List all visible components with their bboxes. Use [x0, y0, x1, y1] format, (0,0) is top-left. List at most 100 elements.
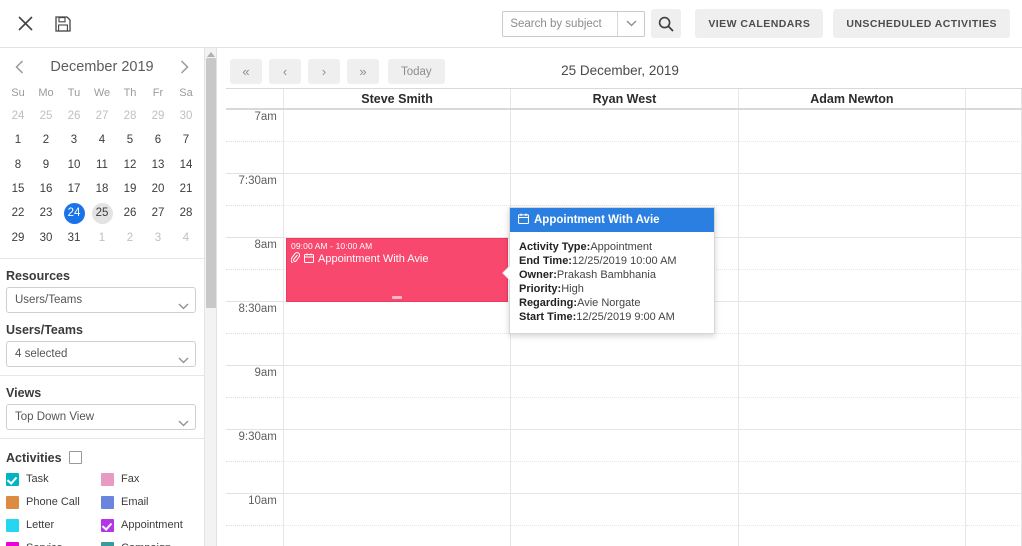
- time-slot-cell[interactable]: [966, 430, 1022, 462]
- activity-legend-appointment[interactable]: Appointment: [101, 517, 196, 540]
- appointment-block[interactable]: 09:00 AM - 10:00 AM Appointment With Avi…: [286, 238, 508, 302]
- mini-calendar-day-29[interactable]: 29: [4, 225, 32, 249]
- activity-legend-task[interactable]: Task: [6, 471, 101, 494]
- time-slot-cell[interactable]: [511, 430, 739, 462]
- time-slot-cell[interactable]: [966, 270, 1022, 302]
- mini-calendar-day-15[interactable]: 15: [4, 177, 32, 201]
- mini-calendar-day-21[interactable]: 21: [172, 177, 200, 201]
- time-slot-cell[interactable]: [283, 366, 512, 398]
- mini-calendar-day-25[interactable]: 25: [88, 201, 116, 225]
- save-floppy-icon[interactable]: [50, 11, 76, 37]
- today-button[interactable]: Today: [388, 59, 445, 84]
- mini-calendar-day-6[interactable]: 6: [144, 128, 172, 152]
- activity-legend-letter[interactable]: Letter: [6, 517, 101, 540]
- time-slot-cell[interactable]: [283, 494, 512, 526]
- activity-legend-fax[interactable]: Fax: [101, 471, 196, 494]
- time-slot-cell[interactable]: [283, 174, 512, 206]
- mini-calendar-day-24[interactable]: 24: [60, 201, 88, 225]
- activity-color-swatch[interactable]: [6, 495, 19, 509]
- time-slot-cell[interactable]: [966, 494, 1022, 526]
- time-slot-cell[interactable]: [966, 142, 1022, 174]
- time-slot-cell[interactable]: [511, 462, 739, 494]
- mini-calendar-day-4[interactable]: 4: [88, 128, 116, 152]
- scroll-up-arrow-icon[interactable]: [207, 49, 215, 57]
- mini-calendar-day-28[interactable]: 28: [172, 201, 200, 225]
- unscheduled-activities-button[interactable]: UNSCHEDULED ACTIVITIES: [833, 9, 1010, 38]
- mini-calendar-day-19[interactable]: 19: [116, 177, 144, 201]
- nav-prev-button[interactable]: ‹: [269, 59, 301, 84]
- activity-legend-phone-call[interactable]: Phone Call: [6, 494, 101, 517]
- time-slot-cell[interactable]: [738, 238, 967, 270]
- time-slot-cell[interactable]: [738, 174, 967, 206]
- time-slot-cell[interactable]: [511, 142, 739, 174]
- sidebar-scrollbar[interactable]: [205, 48, 217, 546]
- activity-color-swatch[interactable]: [101, 541, 114, 546]
- mini-calendar-day-10[interactable]: 10: [60, 153, 88, 177]
- time-slot-cell[interactable]: [738, 110, 967, 142]
- time-slot-cell[interactable]: [511, 398, 739, 430]
- time-slot-cell[interactable]: [511, 494, 739, 526]
- time-slot-cell[interactable]: [738, 270, 967, 302]
- mini-calendar-day-7[interactable]: 7: [172, 128, 200, 152]
- nav-next-button[interactable]: ›: [308, 59, 340, 84]
- mini-calendar-day-1[interactable]: 1: [4, 128, 32, 152]
- time-slot-cell[interactable]: [511, 334, 739, 366]
- appointment-resize-handle[interactable]: [392, 296, 402, 299]
- mini-calendar-day-28[interactable]: 28: [116, 104, 144, 128]
- time-slot-cell[interactable]: [738, 206, 967, 238]
- mini-calendar-day-31[interactable]: 31: [60, 225, 88, 249]
- mini-calendar-day-16[interactable]: 16: [32, 177, 60, 201]
- mini-calendar-day-30[interactable]: 30: [172, 104, 200, 128]
- mini-calendar-day-24[interactable]: 24: [4, 104, 32, 128]
- time-slot-cell[interactable]: [511, 366, 739, 398]
- time-slot-cell[interactable]: [738, 462, 967, 494]
- mini-calendar-day-11[interactable]: 11: [88, 153, 116, 177]
- time-slot-cell[interactable]: [511, 174, 739, 206]
- mini-calendar-day-14[interactable]: 14: [172, 153, 200, 177]
- mini-calendar-day-25[interactable]: 25: [32, 104, 60, 128]
- activity-color-swatch[interactable]: [101, 495, 114, 509]
- search-chevron-down-icon[interactable]: [617, 11, 644, 36]
- activity-color-swatch[interactable]: [6, 518, 19, 532]
- time-slot-cell[interactable]: [283, 462, 512, 494]
- time-slot-cell[interactable]: [284, 526, 512, 546]
- time-slot-cell[interactable]: [739, 526, 967, 546]
- close-icon[interactable]: [12, 11, 38, 37]
- nav-last-button[interactable]: »: [347, 59, 379, 84]
- mini-calendar-day-22[interactable]: 22: [4, 201, 32, 225]
- search-magnifier-icon[interactable]: [651, 9, 682, 38]
- time-slot-cell[interactable]: [966, 174, 1022, 206]
- activity-legend-campaign-activity[interactable]: Campaign Activity: [101, 540, 196, 546]
- nav-first-button[interactable]: «: [230, 59, 262, 84]
- time-slot-cell[interactable]: [283, 142, 512, 174]
- mini-calendar-day-27[interactable]: 27: [144, 201, 172, 225]
- activity-color-swatch[interactable]: [101, 472, 114, 486]
- views-select[interactable]: Top Down View: [6, 403, 196, 430]
- time-slot-cell[interactable]: [283, 430, 512, 462]
- mini-calendar-day-27[interactable]: 27: [88, 104, 116, 128]
- users-teams-select[interactable]: 4 selected: [6, 340, 196, 367]
- mini-calendar-day-1[interactable]: 1: [88, 225, 116, 249]
- time-slot-cell[interactable]: [966, 238, 1022, 270]
- mini-calendar-day-2[interactable]: 2: [116, 225, 144, 249]
- mini-calendar-day-2[interactable]: 2: [32, 128, 60, 152]
- search-input[interactable]: [503, 11, 618, 36]
- time-slot-cell[interactable]: [738, 398, 967, 430]
- time-slot-cell[interactable]: [966, 366, 1022, 398]
- mini-calendar-day-23[interactable]: 23: [32, 201, 60, 225]
- activity-color-swatch[interactable]: [6, 472, 19, 486]
- activity-color-swatch[interactable]: [6, 541, 19, 546]
- time-slot-cell[interactable]: [283, 110, 512, 142]
- activity-legend-email[interactable]: Email: [101, 494, 196, 517]
- resources-select[interactable]: Users/Teams: [6, 286, 196, 313]
- mini-calendar-day-3[interactable]: 3: [60, 128, 88, 152]
- time-slot-cell[interactable]: [966, 462, 1022, 494]
- activity-color-swatch[interactable]: [101, 518, 114, 532]
- activities-select-all-checkbox[interactable]: [68, 451, 82, 465]
- time-slot-cell[interactable]: [738, 494, 967, 526]
- time-slot-cell[interactable]: [738, 302, 967, 334]
- mini-calendar-day-30[interactable]: 30: [32, 225, 60, 249]
- time-slot-cell[interactable]: [283, 398, 512, 430]
- mini-calendar-day-13[interactable]: 13: [144, 153, 172, 177]
- time-slot-cell[interactable]: [966, 110, 1022, 142]
